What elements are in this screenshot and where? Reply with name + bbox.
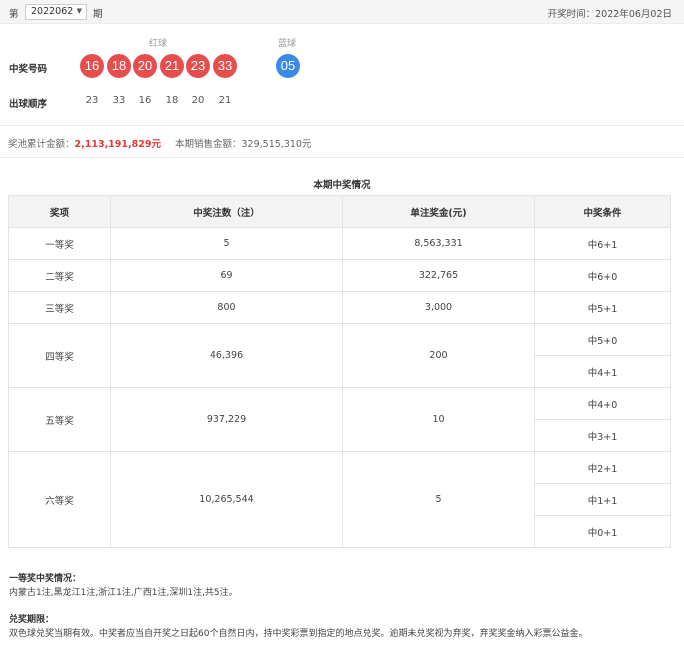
- draw-order-number: 20: [191, 95, 205, 106]
- draw-date-label: 开奖时间：: [547, 9, 596, 20]
- award-name: 二等奖: [8, 259, 111, 292]
- sales-amount-label: 本期销售金额：: [175, 139, 242, 150]
- column-header: 中奖注数（注）: [110, 195, 343, 228]
- prize-pool-amount: 2,113,191,829元: [74, 139, 161, 150]
- win-condition: 中5+0: [534, 323, 671, 356]
- draw-order-label: 出球顺序: [9, 99, 48, 110]
- red-ball: 16: [80, 54, 104, 78]
- prize-amount: 3,000: [342, 291, 535, 324]
- win-condition: 中6+0: [534, 259, 671, 292]
- winner-count: 46,396: [110, 323, 343, 388]
- table-row: 四等奖 46,396 200 中5+0: [8, 323, 671, 388]
- table-header-row: 奖项 中奖注数（注） 单注奖金(元) 中奖条件: [8, 195, 671, 228]
- prize-amount: 322,765: [342, 259, 535, 292]
- win-condition: 中4+1: [534, 355, 671, 388]
- award-name: 四等奖: [8, 323, 111, 388]
- award-name: 六等奖: [8, 451, 111, 548]
- win-condition: 中1+1: [534, 483, 671, 516]
- divider: [0, 125, 684, 126]
- win-condition: 中4+0: [534, 387, 671, 420]
- award-name: 五等奖: [8, 387, 111, 452]
- red-ball: 21: [160, 54, 184, 78]
- prize-amount: 10: [342, 387, 535, 452]
- prize-amount: 200: [342, 323, 535, 388]
- red-ball-header: 红球: [149, 39, 168, 49]
- blue-ball-header: 蓝球: [278, 39, 297, 49]
- win-condition: 中0+1: [534, 515, 671, 548]
- first-prize-title: 一等奖中奖情况：: [9, 574, 82, 584]
- draw-date: 开奖时间：2022年06月02日: [548, 6, 672, 20]
- win-condition: 中5+1: [534, 291, 671, 324]
- winner-count: 69: [110, 259, 343, 292]
- deadline-title: 兑奖期限：: [9, 615, 55, 625]
- draw-order-number: 21: [218, 95, 232, 106]
- red-ball: 33: [213, 54, 237, 78]
- win-condition: 中3+1: [534, 419, 671, 452]
- winner-count: 5: [110, 227, 343, 260]
- table-row: 一等奖 5 8,563,331 中6+1: [8, 227, 671, 260]
- draw-order-number: 18: [165, 95, 179, 106]
- win-condition: 中2+1: [534, 451, 671, 484]
- blue-ball: 05: [276, 54, 300, 78]
- award-name: 一等奖: [8, 227, 111, 260]
- winner-count: 800: [110, 291, 343, 324]
- awards-table: 奖项 中奖注数（注） 单注奖金(元) 中奖条件 一等奖 5 8,563,331 …: [8, 195, 671, 548]
- sales-amount-value: 329,515,310元: [241, 139, 312, 150]
- column-header: 奖项: [8, 195, 111, 228]
- period-suffix-label: 期: [93, 9, 103, 20]
- red-ball: 20: [133, 54, 157, 78]
- award-name: 三等奖: [8, 291, 111, 324]
- table-row: 二等奖 69 322,765 中6+0: [8, 259, 671, 292]
- table-row: 三等奖 800 3,000 中5+1: [8, 291, 671, 324]
- column-header: 中奖条件: [534, 195, 671, 228]
- table-row: 六等奖 10,265,544 5 中2+1: [8, 451, 671, 548]
- awards-title: 本期中奖情况: [313, 180, 371, 191]
- prize-pool: 奖池累计金额：2,113,191,829元: [8, 136, 161, 150]
- period-prefix-label: 第: [9, 9, 19, 20]
- top-bar: 第 2022062 ▼ 期 开奖时间：2022年06月02日: [0, 0, 684, 24]
- first-prize-text: 内蒙古1注,黑龙江1注,浙江1注,广西1注,深圳1注,共5注。: [9, 588, 238, 598]
- divider: [0, 157, 684, 158]
- draw-date-value: 2022年06月02日: [595, 9, 672, 20]
- draw-order-number: 16: [138, 95, 152, 106]
- prize-amount: 5: [342, 451, 535, 548]
- draw-order-number: 23: [85, 95, 99, 106]
- period-select-value: 2022062: [31, 6, 74, 17]
- column-header: 单注奖金(元): [342, 195, 535, 228]
- winning-numbers-label: 中奖号码: [9, 64, 48, 75]
- caret-down-icon: ▼: [76, 7, 82, 15]
- draw-order-number: 33: [112, 95, 126, 106]
- sales-amount: 本期销售金额：329,515,310元: [175, 136, 311, 150]
- deadline-text: 双色球兑奖当期有效。中奖者应当自开奖之日起60个自然日内，持中奖彩票到指定的地点…: [9, 629, 588, 639]
- red-ball: 18: [107, 54, 131, 78]
- prize-pool-label: 奖池累计金额：: [8, 139, 75, 150]
- prize-amount: 8,563,331: [342, 227, 535, 260]
- red-ball: 23: [186, 54, 210, 78]
- winner-count: 937,229: [110, 387, 343, 452]
- winner-count: 10,265,544: [110, 451, 343, 548]
- period-select[interactable]: 2022062 ▼: [25, 4, 87, 20]
- table-row: 五等奖 937,229 10 中4+0: [8, 387, 671, 452]
- win-condition: 中6+1: [534, 227, 671, 260]
